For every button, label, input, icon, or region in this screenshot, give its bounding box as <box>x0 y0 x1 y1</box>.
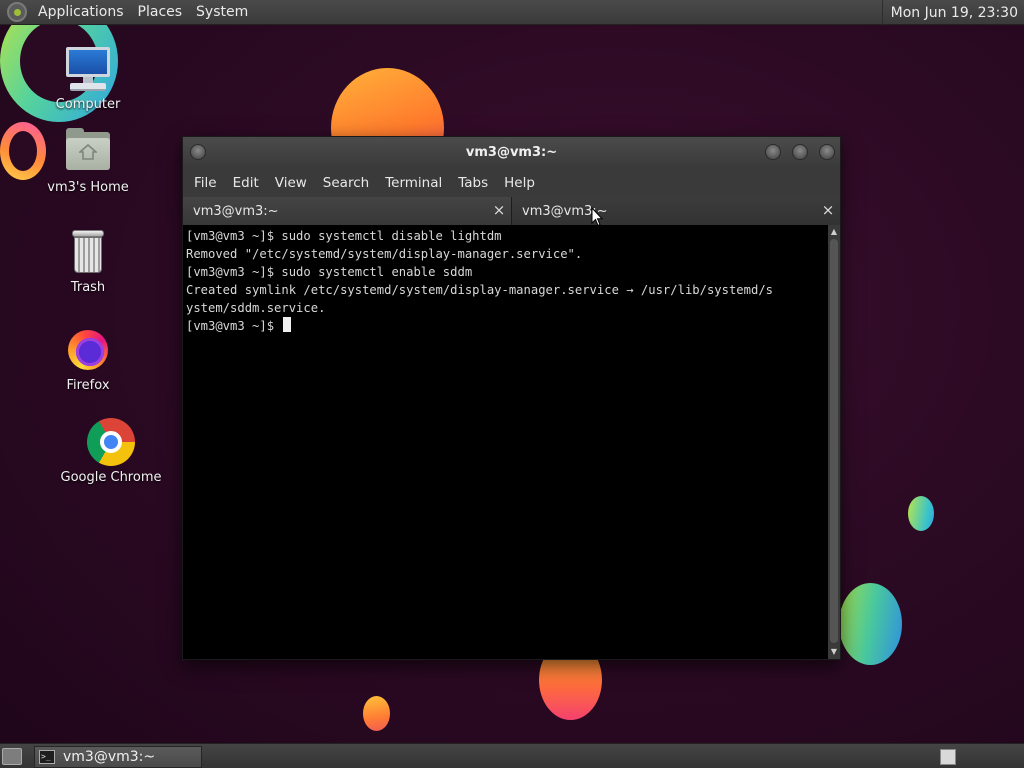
desktop-icon-firefox[interactable]: Firefox <box>33 326 143 393</box>
desktop-icon-computer[interactable]: Computer <box>33 45 143 112</box>
scrollbar-thumb[interactable] <box>830 239 838 643</box>
desktop-icon-chrome[interactable]: Google Chrome <box>56 418 166 485</box>
menu-terminal[interactable]: Terminal <box>377 175 450 191</box>
scroll-down-arrow-icon[interactable]: ▼ <box>829 647 839 657</box>
terminal-line: [vm3@vm3 ~]$ sudo systemctl enable sddm <box>186 265 473 279</box>
minimize-button[interactable] <box>765 144 781 160</box>
terminal-tab[interactable]: vm3@vm3:~ × <box>183 197 512 225</box>
taskbar-window-label: vm3@vm3:~ <box>63 749 156 765</box>
terminal-prompt-line: [vm3@vm3 ~]$ <box>186 317 825 335</box>
terminal-tab[interactable]: vm3@vm3:~ × <box>512 197 840 225</box>
close-window-button[interactable] <box>819 144 835 160</box>
system-menu[interactable]: System <box>189 4 255 20</box>
computer-icon <box>64 45 112 93</box>
clock[interactable]: Mon Jun 19, 23:30 <box>881 0 1024 25</box>
menu-edit[interactable]: Edit <box>225 175 267 191</box>
wallpaper-shape <box>908 496 934 531</box>
terminal-line: ystem/sddm.service. <box>186 301 326 315</box>
show-desktop-icon[interactable] <box>2 748 22 765</box>
firefox-icon <box>64 326 112 374</box>
text-cursor <box>283 317 292 332</box>
menu-help[interactable]: Help <box>496 175 543 191</box>
wallpaper-shape <box>839 583 902 665</box>
scroll-up-arrow-icon[interactable]: ▲ <box>829 227 839 237</box>
menu-file[interactable]: File <box>186 175 225 191</box>
workspace-switcher[interactable] <box>940 749 956 765</box>
terminal-output[interactable]: [vm3@vm3 ~]$ sudo systemctl disable ligh… <box>183 225 828 659</box>
terminal-scrollbar[interactable]: ▲ ▼ <box>828 225 840 659</box>
terminal-tabbar: vm3@vm3:~ × vm3@vm3:~ × <box>183 197 840 225</box>
desktop-icon-label: Firefox <box>66 378 110 393</box>
places-menu[interactable]: Places <box>131 4 190 20</box>
terminal-line: Removed "/etc/systemd/system/display-man… <box>186 247 583 261</box>
wallpaper-shape <box>363 696 390 731</box>
menu-search[interactable]: Search <box>315 175 377 191</box>
trash-icon <box>64 228 112 276</box>
desktop-icon-home[interactable]: vm3's Home <box>33 128 143 195</box>
desktop-icon-label: Google Chrome <box>60 470 162 485</box>
bottom-panel: >_ vm3@vm3:~ <box>0 743 1024 768</box>
tab-label: vm3@vm3:~ <box>193 203 279 219</box>
taskbar-window-button[interactable]: >_ vm3@vm3:~ <box>34 746 202 768</box>
terminal-prompt: [vm3@vm3 ~]$ <box>186 319 282 333</box>
terminal-window: vm3@vm3:~ File Edit View Search Terminal… <box>182 136 841 660</box>
maximize-button[interactable] <box>792 144 808 160</box>
window-title: vm3@vm3:~ <box>465 145 558 160</box>
menu-view[interactable]: View <box>267 175 315 191</box>
distro-logo-icon[interactable] <box>7 2 27 22</box>
desktop-icon-label: Computer <box>55 97 121 112</box>
close-tab-icon[interactable]: × <box>491 202 507 218</box>
desktop-icon-label: Trash <box>70 280 106 295</box>
terminal-menubar: File Edit View Search Terminal Tabs Help <box>183 168 840 197</box>
menu-tabs[interactable]: Tabs <box>450 175 496 191</box>
terminal-line: [vm3@vm3 ~]$ sudo systemctl disable ligh… <box>186 229 502 243</box>
home-folder-icon <box>64 128 112 176</box>
close-tab-icon[interactable]: × <box>820 202 836 218</box>
desktop-icon-trash[interactable]: Trash <box>33 228 143 295</box>
chrome-icon <box>87 418 135 466</box>
top-panel: Applications Places System Mon Jun 19, 2… <box>0 0 1024 25</box>
terminal-line: Created symlink /etc/systemd/system/disp… <box>186 283 773 297</box>
applications-menu[interactable]: Applications <box>31 4 131 20</box>
mouse-pointer-icon <box>591 207 603 227</box>
window-titlebar[interactable]: vm3@vm3:~ <box>183 137 840 168</box>
terminal-icon: >_ <box>39 750 55 764</box>
desktop-icon-label: vm3's Home <box>47 180 129 195</box>
window-menu-button[interactable] <box>190 144 206 160</box>
